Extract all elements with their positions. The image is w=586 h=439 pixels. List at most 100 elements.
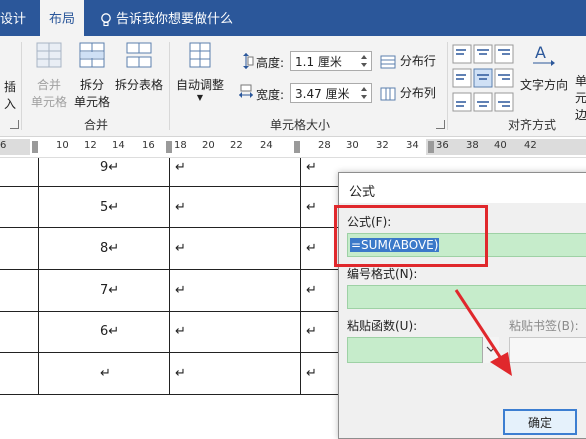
table-cell[interactable]: ↵ <box>175 366 186 381</box>
split-cells-label-2: 单元格 <box>73 95 110 109</box>
ruler-tick: 10 <box>56 140 69 151</box>
group-label-merge: 合并 <box>84 118 109 132</box>
table-cell[interactable]: ↵ <box>306 324 317 339</box>
width-label: 宽度: <box>256 88 285 102</box>
ruler-tick: 16 <box>142 140 155 151</box>
tell-me-text: 告诉我你想要做什么 <box>116 12 234 27</box>
group-label-cell-size: 单元格大小 <box>270 118 331 132</box>
table-border <box>169 158 170 394</box>
table-cell[interactable]: 6↵ <box>100 324 119 339</box>
divider <box>21 42 22 130</box>
ruler-tick: 28 <box>318 140 331 151</box>
table-cell[interactable]: ↵ <box>306 366 317 381</box>
chevron-down-icon: ▼ <box>196 93 204 102</box>
split-table-button[interactable]: 拆分表格 <box>113 42 165 93</box>
highlight-box <box>334 205 488 267</box>
spinner-icon[interactable] <box>359 53 369 69</box>
divider <box>169 42 170 130</box>
width-input[interactable]: 3.47 厘米 <box>290 83 372 103</box>
table-cell[interactable]: ↵ <box>306 200 317 215</box>
ribbon: 插入 合并 单元格 拆分 单元格 拆分表格 合并 自动调整 ▼ 高度: 1.1 … <box>0 36 586 137</box>
table-cell[interactable]: 5↵ <box>100 200 119 215</box>
distribute-rows-button[interactable]: 分布行 <box>380 52 440 69</box>
height-label: 高度: <box>256 56 285 70</box>
ruler-tick: 20 <box>202 140 215 151</box>
table-cell[interactable]: 7↵ <box>100 283 119 298</box>
paste-bookmark-select[interactable] <box>509 337 586 363</box>
width-value: 3.47 厘米 <box>295 87 350 101</box>
table-cell[interactable]: ↵ <box>175 324 186 339</box>
row-height-icon <box>243 53 254 69</box>
split-cells-label-1: 拆分 <box>79 78 104 92</box>
merge-cells-label-2: 单元格 <box>30 95 67 109</box>
group-label-align: 对齐方式 <box>508 118 557 132</box>
table-cell[interactable]: ↵ <box>175 160 186 175</box>
distribute-rows-icon <box>380 55 396 68</box>
table-cell[interactable]: ↵ <box>175 200 186 215</box>
alignment-grid <box>452 44 514 112</box>
table-cell[interactable]: ↵ <box>306 160 317 175</box>
ruler-tick: 30 <box>346 140 359 151</box>
merge-cells-icon <box>36 42 62 68</box>
ok-button[interactable]: 确定 <box>503 409 577 435</box>
alignment-options-icon[interactable] <box>452 44 514 112</box>
ruler-tick: 24 <box>260 140 273 151</box>
merge-cells-button[interactable]: 合并 单元格 <box>28 42 70 110</box>
ruler-column-marker[interactable] <box>428 141 434 153</box>
ruler-tick: 34 <box>406 140 419 151</box>
ruler-indent-marker[interactable] <box>32 141 38 153</box>
table-cell[interactable]: ↵ <box>100 366 111 381</box>
cell-margins-button[interactable]: 单元 边 <box>574 72 586 123</box>
ribbon-tab-bar: 设计 布局 告诉我你想要做什么 <box>0 0 586 36</box>
red-arrow-icon <box>454 289 512 376</box>
table-border <box>38 158 39 394</box>
split-cells-icon <box>79 42 105 68</box>
table-cell[interactable]: ↵ <box>306 283 317 298</box>
table-cell[interactable]: 9↵ <box>100 160 119 175</box>
split-cells-button[interactable]: 拆分 单元格 <box>73 42 111 110</box>
text-direction-icon: A <box>533 43 555 66</box>
insert-label: 插入 <box>3 80 16 111</box>
paste-function-label: 粘贴函数(U): <box>347 319 418 333</box>
table-cell[interactable]: ↵ <box>175 283 186 298</box>
ruler-tick: 38 <box>466 140 479 151</box>
split-table-icon <box>126 42 152 68</box>
tell-me-search[interactable]: 告诉我你想要做什么 <box>100 0 233 36</box>
table-cell[interactable]: 8↵ <box>100 241 119 256</box>
table-border <box>300 158 301 394</box>
tab-layout[interactable]: 布局 <box>40 0 84 36</box>
distribute-cols-button[interactable]: 分布列 <box>380 84 440 101</box>
divider <box>447 42 448 130</box>
ruler-tick: 40 <box>494 140 507 151</box>
text-direction-button[interactable]: A 文字方向 <box>518 42 570 93</box>
horizontal-ruler[interactable]: 6 10 12 14 16 18 20 22 24 28 30 32 34 36… <box>0 137 586 158</box>
ruler-tick: 18 <box>174 140 187 151</box>
spinner-icon[interactable] <box>359 85 369 101</box>
cell-margins-label-2: 边 <box>574 108 586 122</box>
tab-design[interactable]: 设计 <box>0 0 30 36</box>
table-border <box>0 394 338 395</box>
ruler-column-marker[interactable] <box>166 141 172 153</box>
ruler-tick: 22 <box>230 140 243 151</box>
table-cell[interactable]: ↵ <box>175 241 186 256</box>
dialog-title: 公式 <box>349 185 376 200</box>
height-value: 1.1 厘米 <box>295 55 342 69</box>
dialog-launcher[interactable] <box>10 120 19 129</box>
dialog-launcher[interactable] <box>436 120 445 129</box>
autofit-button[interactable]: 自动调整 ▼ <box>174 42 226 102</box>
autofit-label: 自动调整 <box>175 78 224 92</box>
table-cell[interactable]: ↵ <box>306 241 317 256</box>
number-format-label: 编号格式(N): <box>347 267 418 281</box>
insert-button[interactable]: 插入 <box>0 78 20 112</box>
text-direction-label: 文字方向 <box>519 78 568 92</box>
height-input[interactable]: 1.1 厘米 <box>290 51 372 71</box>
cell-margins-label-1: 单元 <box>574 74 586 105</box>
ruler-tick: 32 <box>376 140 389 151</box>
table-border <box>0 311 338 312</box>
ruler-column-marker[interactable] <box>294 141 300 153</box>
table-border <box>0 269 338 270</box>
svg-text:A: A <box>535 43 546 62</box>
ruler-tick: 36 <box>436 140 449 151</box>
ruler-tick: 6 <box>0 140 7 151</box>
split-table-label: 拆分表格 <box>114 78 163 92</box>
